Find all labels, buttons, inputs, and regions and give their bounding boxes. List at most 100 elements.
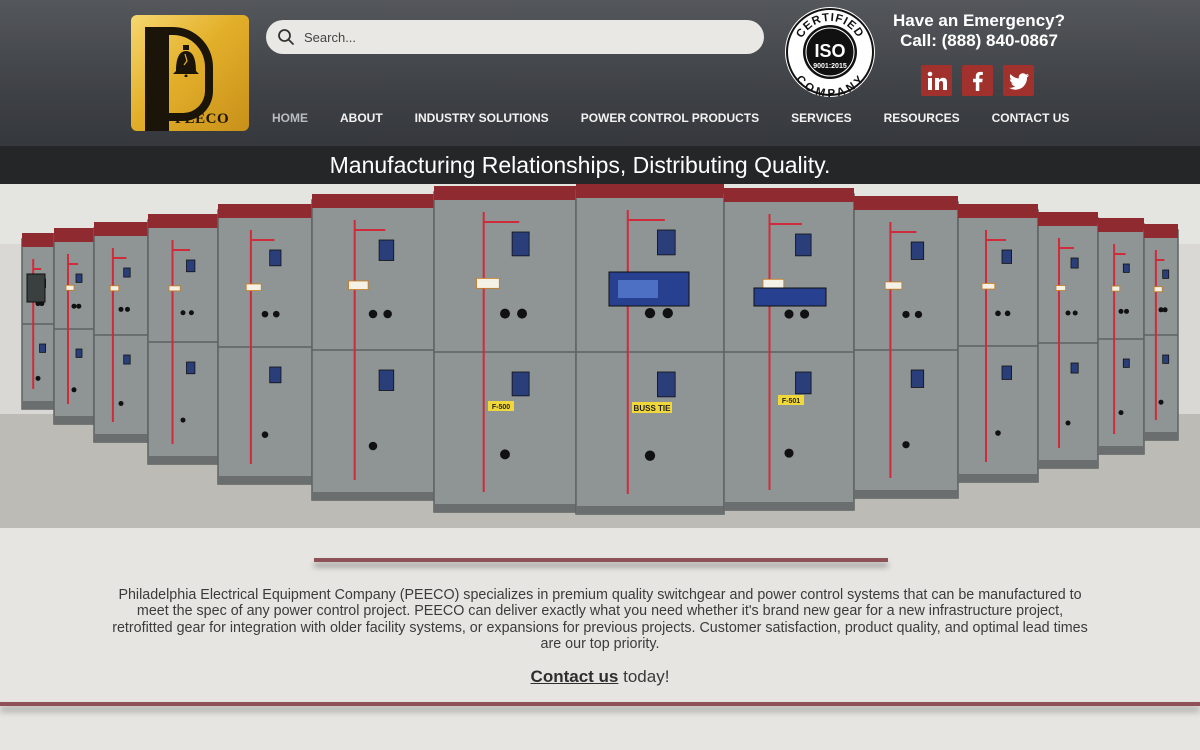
cabinet-top-band <box>94 222 148 236</box>
warning-label <box>1055 285 1067 291</box>
control-switch <box>35 375 41 381</box>
control-switch <box>261 310 269 318</box>
contact-us-link[interactable]: Contact us <box>531 667 619 686</box>
cabinet-top-band <box>218 204 312 218</box>
control-switch <box>800 309 810 319</box>
control-switch <box>124 306 130 312</box>
main-controller-screen <box>618 280 658 298</box>
nav-about[interactable]: ABOUT <box>324 108 399 128</box>
iso-number-text: 9001:2015 <box>813 63 847 70</box>
warning-label <box>476 278 500 289</box>
control-switch <box>368 309 378 319</box>
relay-meter <box>39 343 46 353</box>
cabinet-base <box>1098 446 1144 454</box>
relay-meter <box>1070 257 1079 269</box>
cabinet-base <box>724 502 854 510</box>
control-switch <box>383 309 392 319</box>
about-paragraph: Philadelphia Electrical Equipment Compan… <box>112 587 1088 652</box>
control-switch <box>784 448 794 458</box>
contact-suffix: today! <box>618 667 670 686</box>
contact-cta: Contact us today! <box>0 667 1200 687</box>
emergency-heading: Have an Emergency? <box>893 11 1065 30</box>
nav-services[interactable]: SERVICES <box>775 108 867 128</box>
relay-meter <box>1070 362 1079 374</box>
control-switch <box>1072 310 1078 316</box>
relay-meter <box>186 259 196 273</box>
relay-meter <box>378 369 395 391</box>
relay-meter <box>1122 358 1130 368</box>
warning-label <box>762 278 785 289</box>
emergency-contact: Have an Emergency? Call: (888) 840-0867 <box>880 11 1078 51</box>
relay-meter <box>378 239 395 261</box>
relay-meter <box>1001 249 1013 264</box>
control-switch <box>902 310 910 319</box>
warning-label <box>65 284 75 291</box>
buss-tie-label: BUSS TIE <box>634 404 672 413</box>
relay-meter <box>269 366 282 384</box>
control-switch <box>261 431 269 438</box>
control-switch <box>644 307 656 319</box>
control-switch <box>500 449 510 460</box>
cabinet-top-band <box>22 233 54 247</box>
control-switch <box>517 308 528 319</box>
control-switch <box>272 310 280 318</box>
cabinet-base <box>576 506 724 514</box>
peeco-logo[interactable]: PEECO <box>131 15 249 131</box>
twitter-button[interactable] <box>1003 65 1034 96</box>
cabinet-top-band <box>724 188 854 202</box>
control-switch <box>662 307 673 319</box>
control-switch <box>995 430 1001 436</box>
cabinet-base <box>958 474 1038 482</box>
switchgear-illustration: BUSS TIE F-500 F-501 <box>0 184 1200 528</box>
cabinet-base <box>1144 432 1178 440</box>
liberty-bell-icon <box>173 45 199 77</box>
cabinet-base <box>854 490 958 498</box>
main-nav: HOME ABOUT INDUSTRY SOLUTIONS POWER CONT… <box>256 108 1085 128</box>
cabinet-base <box>218 476 312 484</box>
relay-meter <box>186 361 196 375</box>
relay-meter <box>75 348 83 358</box>
warning-label <box>981 283 996 290</box>
nav-resources[interactable]: RESOURCES <box>868 108 976 128</box>
cabinet-top-band <box>854 196 958 210</box>
control-switch <box>368 441 378 451</box>
cabinet-top-band <box>1098 218 1144 232</box>
secondary-controller-display <box>753 287 827 307</box>
control-switch <box>1118 410 1124 416</box>
relay-meter <box>657 229 676 256</box>
search-input[interactable] <box>304 29 724 45</box>
cabinet-top-band <box>1038 212 1098 226</box>
site-search[interactable] <box>266 20 764 54</box>
linkedin-button[interactable] <box>921 65 952 96</box>
warning-label <box>884 281 903 290</box>
warning-label <box>1111 285 1121 292</box>
emergency-phone[interactable]: Call: (888) 840-0867 <box>880 31 1078 51</box>
logo-wordmark: PEECO <box>175 111 230 127</box>
warning-label <box>109 285 120 292</box>
cabinet-top-band <box>434 186 576 200</box>
relay-meter <box>657 371 676 398</box>
nav-power-control-products[interactable]: POWER CONTROL PRODUCTS <box>565 108 775 128</box>
cabinet-top-band <box>148 214 218 228</box>
relay-meter <box>1001 365 1013 380</box>
iso-certified-badge: CERTIFIED COMPANY ISO 9001:2015 <box>785 7 875 100</box>
relay-meter <box>1162 354 1170 364</box>
control-switch <box>500 308 510 319</box>
control-switch <box>1162 307 1168 313</box>
facebook-button[interactable] <box>962 65 993 96</box>
iso-center-text: ISO <box>814 41 845 61</box>
nav-home[interactable]: HOME <box>256 108 324 128</box>
cabinet-top-band <box>576 184 724 198</box>
cabinet-base <box>312 492 434 500</box>
nav-contact-us[interactable]: CONTACT US <box>976 108 1086 128</box>
warning-label <box>245 283 262 291</box>
relay-meter <box>795 371 812 395</box>
search-icon <box>278 29 294 45</box>
logo-stem <box>145 27 169 131</box>
cabinet-base <box>148 456 218 464</box>
relay-meter <box>269 249 282 267</box>
control-switch <box>180 310 186 316</box>
relay-meter <box>1162 269 1170 279</box>
control-switch <box>118 306 124 312</box>
nav-industry-solutions[interactable]: INDUSTRY SOLUTIONS <box>399 108 565 128</box>
